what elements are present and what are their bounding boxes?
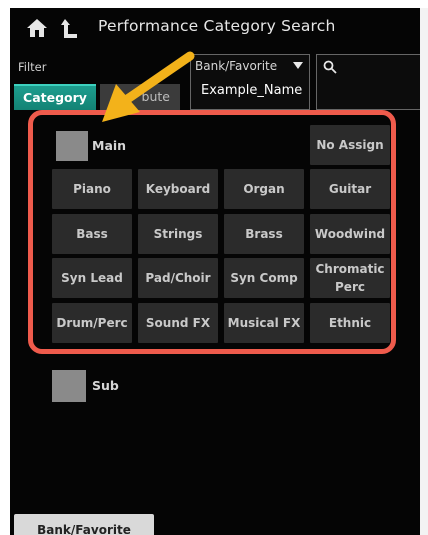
home-icon[interactable] xyxy=(26,18,48,38)
bank-favorite-value: Example_Name xyxy=(201,83,303,98)
page-edge xyxy=(420,8,428,535)
sub-category-checkbox[interactable] xyxy=(52,370,86,402)
annotation-arrow-icon xyxy=(102,51,195,122)
page-title: Performance Category Search xyxy=(98,17,336,35)
tab-category[interactable]: Category xyxy=(14,84,96,110)
search-icon xyxy=(323,60,337,74)
bank-favorite-selector[interactable]: Bank/Favorite Example_Name xyxy=(190,54,310,110)
bottom-tab-bank-favorite[interactable]: Bank/Favorite xyxy=(14,514,154,535)
search-field[interactable] xyxy=(316,54,422,110)
title-bar: Performance Category Search xyxy=(10,8,422,46)
dropdown-caret-icon xyxy=(293,62,303,69)
screenshot-frame: Performance Category Search Filter Categ… xyxy=(0,0,428,535)
up-level-icon[interactable] xyxy=(60,17,78,39)
highlight-annotation xyxy=(28,110,396,354)
filter-label: Filter xyxy=(18,60,47,74)
sub-category-label: Sub xyxy=(92,378,119,393)
bank-favorite-label: Bank/Favorite xyxy=(195,59,278,73)
